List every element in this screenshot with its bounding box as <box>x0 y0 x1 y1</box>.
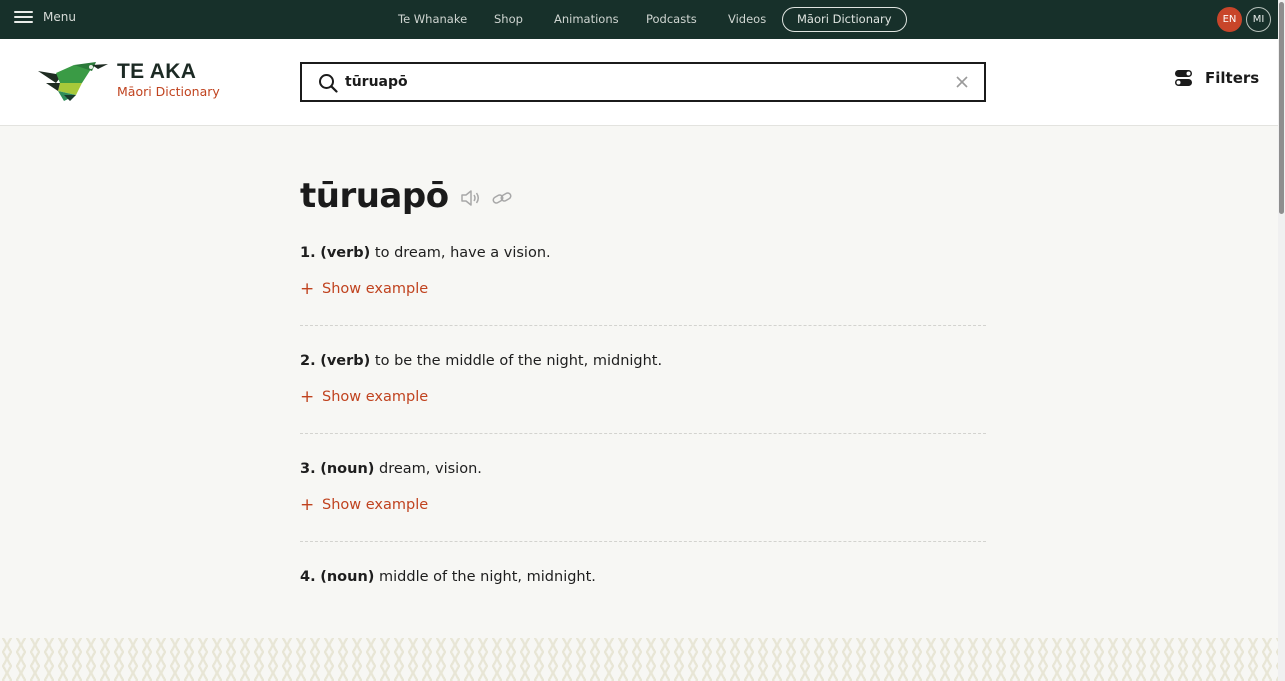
logo-title: TE AKA <box>117 60 197 83</box>
sense-number: 3. <box>300 461 316 477</box>
nav-link-shop[interactable]: Shop <box>494 12 523 26</box>
show-example-button[interactable]: + Show example <box>300 387 429 407</box>
sense-pos: (verb) <box>320 353 371 369</box>
top-nav: Te Whanake Shop Animations Podcasts Vide… <box>0 0 1285 39</box>
language-mi-button[interactable]: MI <box>1246 7 1271 32</box>
show-example-label: Show example <box>322 389 429 405</box>
site-header: TE AKA Māori Dictionary Filters <box>0 39 1278 126</box>
sense-definition: 3. (noun) dream, vision. <box>300 461 986 477</box>
sense-pos: (noun) <box>320 461 375 477</box>
sense-pos: (noun) <box>320 569 375 585</box>
headword: tūruapō <box>300 176 449 216</box>
sense-4: 4. (noun) middle of the night, midnight. <box>300 569 986 585</box>
logo-subtitle: Māori Dictionary <box>117 84 220 99</box>
sense-1: 1. (verb) to dream, have a vision. + Show… <box>300 245 986 298</box>
nav-link-videos[interactable]: Videos <box>728 12 766 26</box>
link-icon[interactable] <box>491 187 513 209</box>
sense-number: 4. <box>300 569 316 585</box>
nav-link-te-whanake[interactable]: Te Whanake <box>398 12 467 26</box>
sense-number: 2. <box>300 353 316 369</box>
show-example-button[interactable]: + Show example <box>300 279 429 299</box>
search-input[interactable] <box>345 70 905 94</box>
sense-text: to be the middle of the night, midnight. <box>374 353 663 369</box>
close-icon[interactable] <box>955 75 969 89</box>
speaker-icon[interactable] <box>459 187 481 209</box>
sense-pos: (verb) <box>320 245 371 261</box>
filters-label: Filters <box>1205 69 1260 87</box>
show-example-label: Show example <box>322 497 429 513</box>
nav-link-animations[interactable]: Animations <box>554 12 619 26</box>
decorative-pattern-band <box>0 638 1278 681</box>
plus-icon: + <box>300 387 315 407</box>
sense-definition: 2. (verb) to be the middle of the night,… <box>300 353 986 369</box>
show-example-label: Show example <box>322 281 429 297</box>
headword-row: tūruapō <box>300 176 513 216</box>
sense-definition: 1. (verb) to dream, have a vision. <box>300 245 986 261</box>
search-icon[interactable] <box>318 73 338 93</box>
nav-link-podcasts[interactable]: Podcasts <box>646 12 697 26</box>
plus-icon: + <box>300 495 315 515</box>
filters-icon <box>1175 70 1192 86</box>
top-bar: Menu Te Whanake Shop Animations Podcasts… <box>0 0 1285 39</box>
sense-3: 3. (noun) dream, vision. + Show example <box>300 461 986 514</box>
sense-text: dream, vision. <box>379 461 482 477</box>
filters-button[interactable]: Filters <box>1174 69 1259 87</box>
sense-definition: 4. (noun) middle of the night, midnight. <box>300 569 986 585</box>
nav-link-maori-dictionary[interactable]: Māori Dictionary <box>782 7 907 32</box>
divider <box>300 433 986 434</box>
page-scrollbar[interactable] <box>1278 0 1285 681</box>
divider <box>300 325 986 326</box>
sense-number: 1. <box>300 245 316 261</box>
scrollbar-thumb[interactable] <box>1279 2 1284 214</box>
show-example-button[interactable]: + Show example <box>300 495 429 515</box>
sense-text: to dream, have a vision. <box>374 245 551 261</box>
sense-text: middle of the night, midnight. <box>379 569 596 585</box>
divider <box>300 541 986 542</box>
search-box <box>300 62 986 102</box>
language-en-button[interactable]: EN <box>1217 7 1242 32</box>
sense-2: 2. (verb) to be the middle of the night,… <box>300 353 986 406</box>
plus-icon: + <box>300 279 315 299</box>
